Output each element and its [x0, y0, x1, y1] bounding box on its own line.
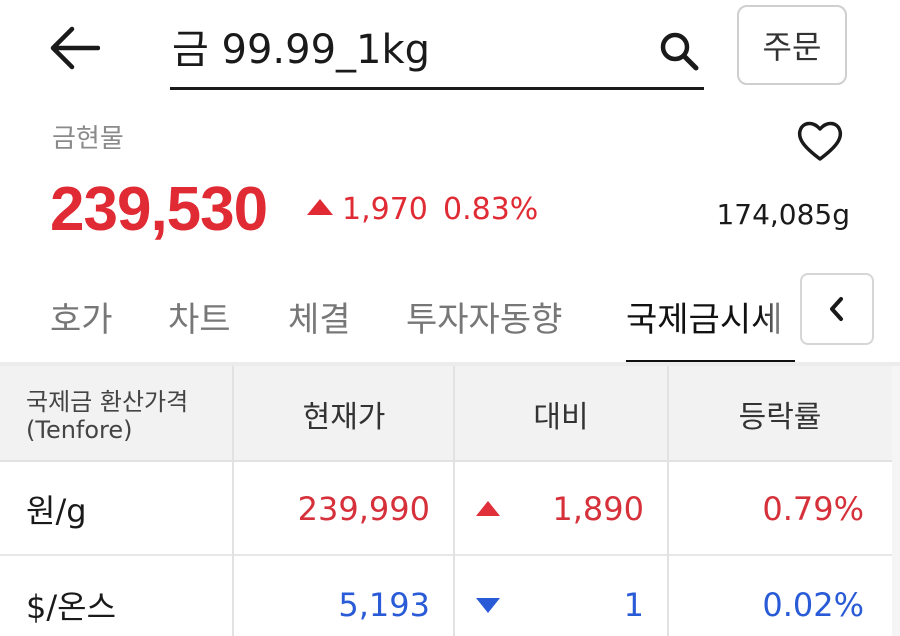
heart-icon — [797, 121, 843, 161]
search-button[interactable] — [656, 28, 702, 74]
header-change-rate: 등락률 — [738, 400, 822, 435]
search-field[interactable]: 금 99.99_1kg — [170, 18, 704, 90]
row-rate: 0.79% — [762, 490, 864, 528]
order-button[interactable]: 주문 — [737, 5, 847, 85]
tab-trades[interactable]: 체결 — [288, 292, 351, 341]
table-header: 국제금 환산가격 (Tenfore) 현재가 대비 등락률 — [0, 366, 900, 462]
current-price: 239,530 — [50, 175, 268, 244]
row-unit-label: 원/g — [26, 492, 87, 530]
favorite-button[interactable] — [794, 117, 846, 165]
up-triangle-icon — [476, 501, 500, 516]
tab-bar: 호가 차트 체결 투자자동향 국제금시세 — [0, 270, 900, 366]
tab-fade-overlay — [760, 284, 800, 350]
column-divider — [667, 366, 669, 636]
search-icon — [660, 32, 699, 71]
up-triangle-icon — [307, 199, 333, 215]
row-unit-label: $/온스 — [26, 588, 117, 626]
row-price: 5,193 — [338, 586, 430, 624]
tab-scroll-prev-button[interactable] — [800, 273, 874, 345]
row-change: 1,890 — [552, 490, 644, 528]
international-gold-table: 국제금 환산가격 (Tenfore) 현재가 대비 등락률 원/g 239,99… — [0, 366, 900, 636]
product-category: 금현물 — [52, 124, 124, 154]
row-rate: 0.02% — [762, 586, 864, 624]
tab-investor-trend[interactable]: 투자자동향 — [406, 292, 562, 341]
tab-international-gold[interactable]: 국제금시세 — [626, 292, 782, 341]
header-change: 대비 — [533, 400, 589, 435]
header-current-price: 현재가 — [302, 400, 386, 435]
column-divider — [232, 366, 234, 636]
down-triangle-icon — [476, 598, 500, 613]
header-conversion-price: 국제금 환산가격 (Tenfore) — [26, 388, 188, 444]
table-row: 원/g 239,990 1,890 0.79% — [0, 462, 900, 556]
back-arrow-icon — [50, 26, 100, 70]
header: 금 99.99_1kg 주문 — [0, 0, 900, 100]
scroll-edge — [892, 366, 900, 636]
table-row: $/온스 5,193 1 0.02% — [0, 558, 900, 636]
tab-chart[interactable]: 차트 — [168, 292, 231, 341]
tab-orderbook[interactable]: 호가 — [50, 292, 113, 341]
header-conversion-price-line2: (Tenfore) — [26, 416, 133, 444]
chevron-left-icon — [830, 297, 843, 321]
back-button[interactable] — [44, 20, 104, 76]
trade-volume: 174,085g — [716, 198, 850, 231]
row-change: 1 — [623, 586, 644, 624]
search-input[interactable]: 금 99.99_1kg — [172, 24, 430, 76]
column-divider — [453, 366, 455, 636]
price-change-percent: 0.83% — [443, 192, 539, 227]
price-change: 1,970 — [342, 192, 428, 227]
row-price: 239,990 — [297, 490, 430, 528]
header-conversion-price-line1: 국제금 환산가격 — [26, 388, 189, 416]
